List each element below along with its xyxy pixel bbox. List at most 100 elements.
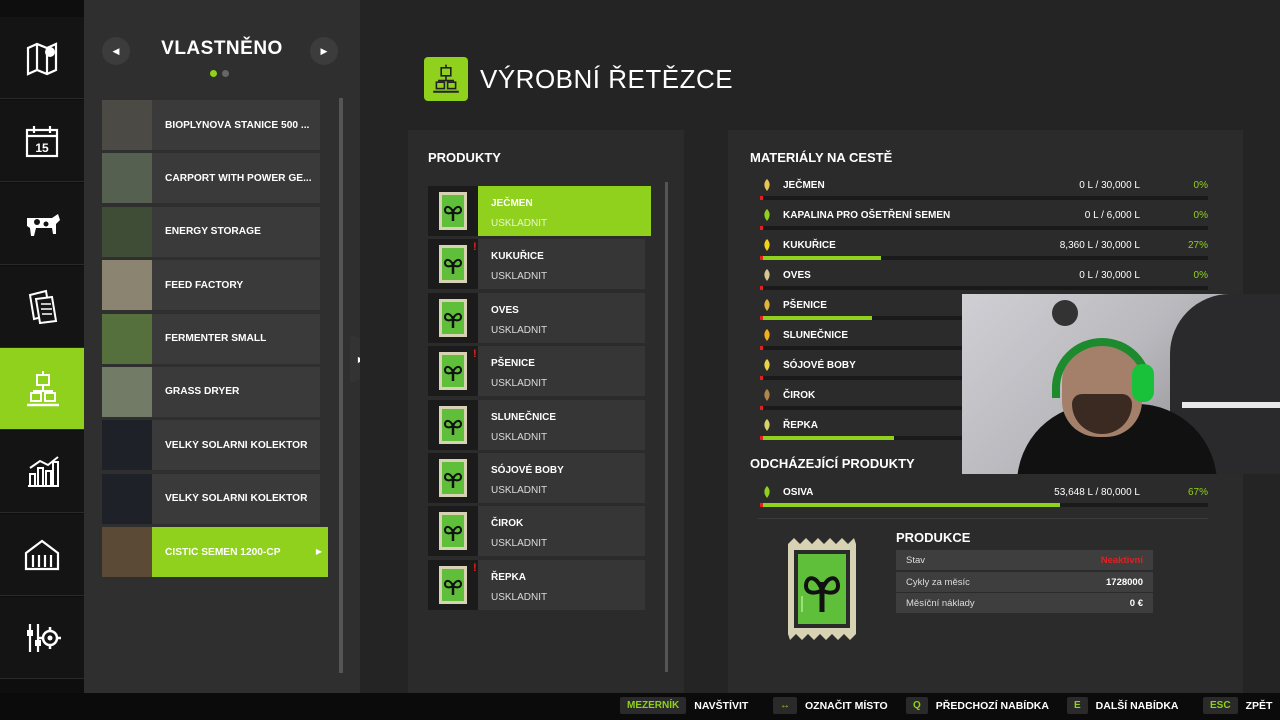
bar-marker: [760, 406, 763, 410]
input-hint[interactable]: MEZERNÍK NAVŠTÍVIT: [620, 697, 748, 714]
page-dot[interactable]: [222, 70, 229, 77]
bar-marker: [760, 436, 763, 440]
material-icon: [760, 208, 774, 222]
owned-item-label: VELKÝ SOLÁRNÍ KOLEKTOR: [165, 439, 308, 451]
bar-marker: [760, 226, 763, 230]
product-name: OVES: [491, 304, 519, 316]
building-thumbnail: [102, 473, 152, 524]
bar-marker: [760, 376, 763, 380]
product-item[interactable]: ! PŠENICE USKLADNIT: [428, 346, 645, 397]
owned-item-label: CARPORT WITH POWER GE...: [165, 172, 312, 184]
building-thumbnail: [102, 100, 152, 150]
production-value: 0 €: [1129, 598, 1143, 609]
products-scrollbar[interactable]: [665, 182, 668, 672]
material-icon: [760, 358, 774, 372]
input-hint[interactable]: Q PŘEDCHOZÍ NABÍDKA: [906, 697, 1049, 714]
building-thumbnail: [102, 313, 152, 364]
product-name: SLUNEČNICE: [491, 411, 557, 423]
page-title: VÝROBNÍ ŘETĚZCE: [480, 64, 734, 94]
owned-list-item[interactable]: ENERGY STORAGE: [102, 206, 320, 257]
seed-bag-icon: [428, 559, 478, 610]
owned-item-label: GRASS DRYER: [165, 386, 240, 398]
owned-list-item[interactable]: GRASS DRYER: [102, 366, 320, 417]
material-percent: 0%: [1193, 270, 1208, 281]
production-icon: [27, 370, 59, 406]
product-item[interactable]: SÓJOVÉ BOBY USKLADNIT: [428, 453, 645, 503]
garage-icon: [24, 539, 60, 570]
hint-key: MEZERNÍK: [620, 697, 687, 714]
material-amount: 0 L / 30,000 L: [1079, 270, 1140, 281]
bar-marker: [760, 256, 763, 260]
product-status: USKLADNIT: [491, 324, 548, 336]
material-fill-bar: [760, 286, 1208, 290]
material-fill: [760, 316, 872, 320]
headset-earcup: [1132, 364, 1154, 402]
owned-list-item[interactable]: BIOPLYNOVÁ STANICE 500 ...: [102, 100, 320, 150]
building-thumbnail: [102, 527, 152, 578]
nav-contracts-button[interactable]: [0, 266, 84, 348]
material-percent: 67%: [1187, 487, 1208, 498]
warning-icon: !: [473, 348, 477, 361]
hint-label: NAVŠTÍVIT: [694, 699, 749, 712]
bar-marker: [760, 316, 763, 320]
product-name: KUKUŘICE: [491, 251, 544, 263]
product-item[interactable]: JEČMEN USKLADNIT: [428, 186, 651, 236]
material-amount: 8,360 L / 30,000 L: [1059, 240, 1140, 251]
building-thumbnail: [102, 420, 152, 471]
seed-bag-icon: [428, 186, 478, 236]
product-item[interactable]: ! KUKUŘICE USKLADNIT: [428, 239, 645, 290]
material-percent: 0%: [1193, 180, 1208, 191]
owned-list-item[interactable]: FEED FACTORY: [102, 260, 320, 311]
material-amount: 0 L / 30,000 L: [1079, 180, 1140, 191]
page-dot-active[interactable]: [210, 70, 217, 77]
owned-list-item[interactable]: CARPORT WITH POWER GE...: [102, 153, 320, 204]
owned-list-item[interactable]: VELKÝ SOLÁRNÍ KOLEKTOR: [102, 473, 320, 524]
input-hint[interactable]: ↔ OZNAČIT MÍSTO: [773, 697, 888, 714]
hint-label: DALŠÍ NABÍDKA: [1095, 699, 1179, 712]
product-item[interactable]: SLUNEČNICE USKLADNIT: [428, 399, 645, 450]
nav-statistics-button[interactable]: [0, 431, 84, 513]
input-hint[interactable]: ESC ZPĚT: [1203, 697, 1272, 714]
product-item[interactable]: OVES USKLADNIT: [428, 292, 645, 343]
material-row: OVES 0 L / 30,000 L 0%: [760, 266, 1208, 294]
material-icon: [760, 328, 774, 342]
material-icon: [760, 268, 774, 282]
production-chain-icon: [424, 57, 468, 101]
owned-list-item[interactable]: FERMENTER SMALL: [102, 313, 320, 364]
product-status: USKLADNIT: [491, 218, 548, 229]
list-scrollbar[interactable]: [339, 98, 343, 673]
next-page-button[interactable]: ▶: [310, 37, 338, 65]
nav-production-button[interactable]: [0, 348, 96, 430]
product-item[interactable]: ! ŘEPKA USKLADNIT: [428, 559, 645, 610]
bar-marker: [760, 286, 763, 290]
material-icon: [760, 298, 774, 312]
input-hint[interactable]: E DALŠÍ NABÍDKA: [1067, 697, 1179, 714]
owned-list-item[interactable]: VELKÝ SOLÁRNÍ KOLEKTOR: [102, 420, 320, 471]
owned-list: BIOPLYNOVÁ STANICE 500 ... CARPORT WITH P…: [102, 100, 328, 581]
material-percent: 27%: [1187, 240, 1208, 251]
warning-icon: !: [473, 561, 477, 574]
map-icon: [26, 41, 58, 76]
material-name: ČIROK: [783, 390, 816, 401]
nav-settings-button[interactable]: [0, 597, 84, 679]
hint-key: ↔: [773, 697, 797, 714]
nav-calendar-button[interactable]: 15: [0, 100, 84, 182]
owned-item-label: FEED FACTORY: [165, 279, 244, 291]
material-name: OSIVA: [783, 487, 814, 498]
material-fill-bar: [760, 256, 1208, 260]
owned-item-label: FERMENTER SMALL: [165, 333, 267, 345]
seed-bag-icon: [428, 292, 478, 343]
products-header: PRODUKTY: [428, 150, 501, 165]
production-row: Stav Neaktivní: [896, 550, 1153, 570]
owned-list-item[interactable]: ČISTIČ SEMEN 1200-CP ▶: [102, 527, 328, 578]
nav-animals-button[interactable]: [0, 183, 84, 265]
seed-bag-icon: [428, 506, 478, 557]
nav-garage-button[interactable]: [0, 514, 84, 596]
material-fill: [760, 503, 1061, 507]
production-value: 1728000: [1106, 576, 1143, 588]
production-key: Cykly za měsíc: [906, 576, 970, 588]
input-hints-bar: MEZERNÍK NAVŠTÍVIT ↔ OZNAČIT MÍSTO Q PŘEDCHOZ…: [0, 693, 1280, 720]
product-item[interactable]: ČIROK USKLADNIT: [428, 506, 645, 557]
main-menu-nav: 15: [0, 0, 96, 693]
nav-map-button[interactable]: [0, 17, 84, 99]
